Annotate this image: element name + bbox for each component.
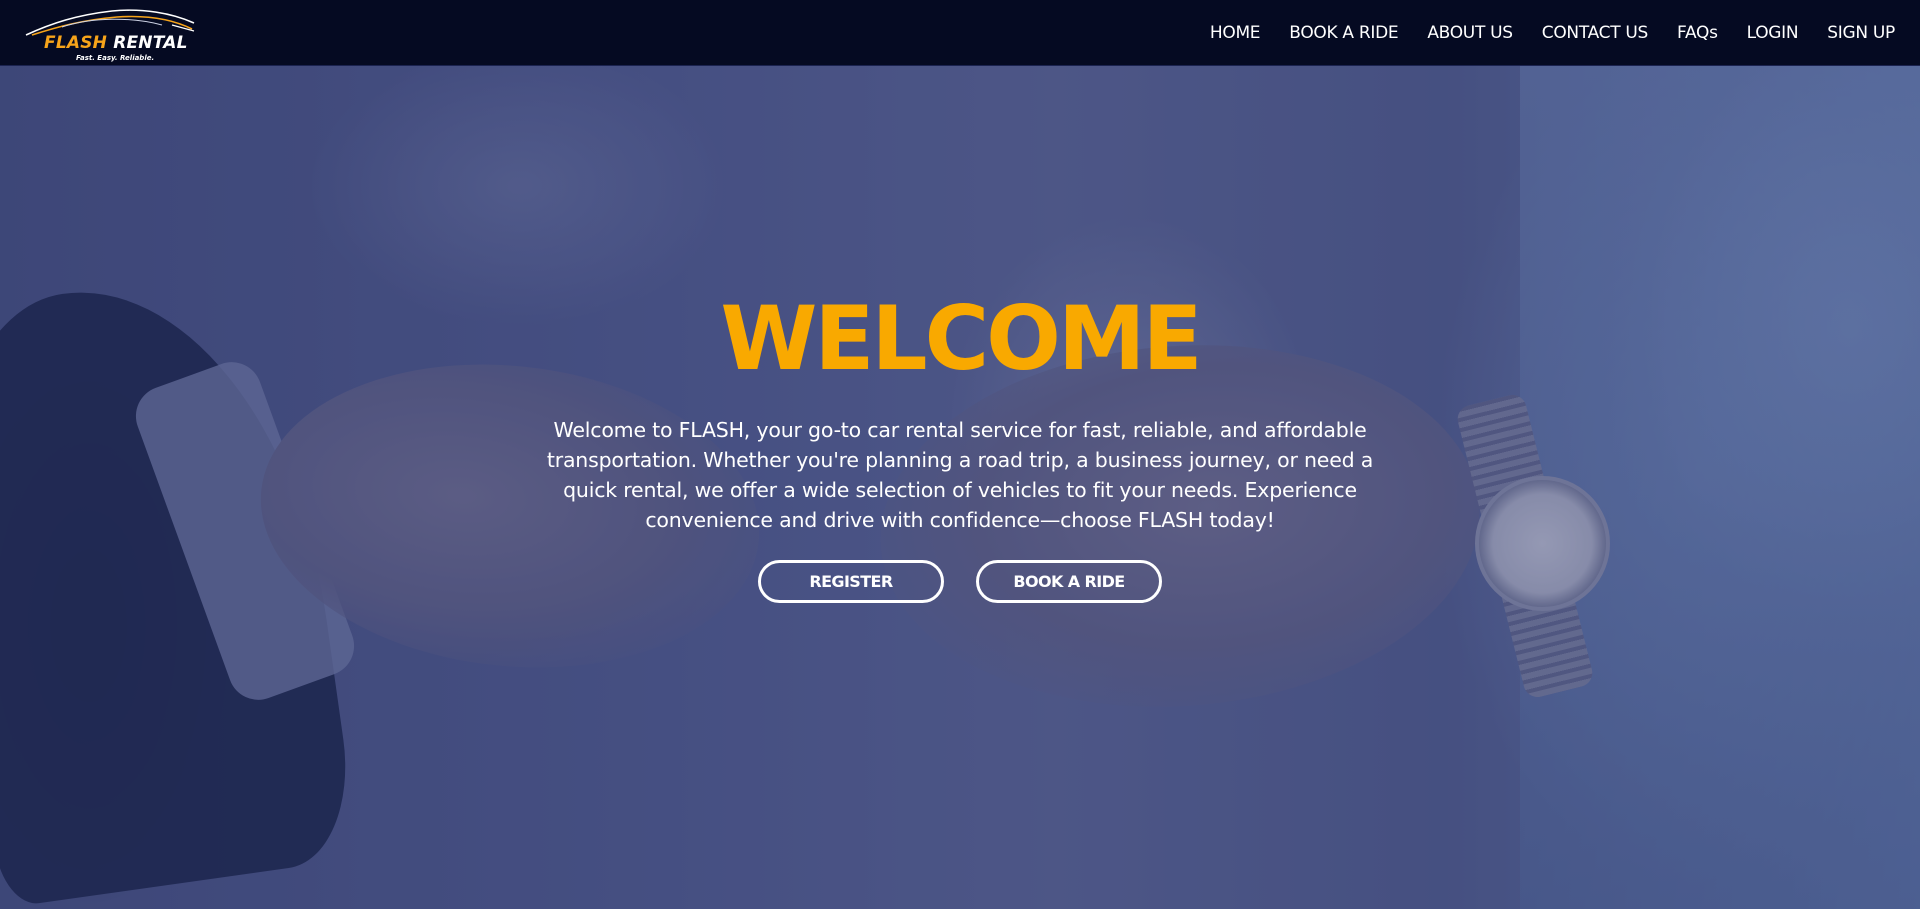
nav-login[interactable]: LOGIN bbox=[1747, 23, 1799, 43]
brand-name-part1: FLASH bbox=[44, 32, 114, 53]
brand-logo[interactable]: FLASH RENTAL Fast. Easy. Reliable. bbox=[22, 3, 197, 63]
brand-tagline: Fast. Easy. Reliable. bbox=[76, 53, 155, 62]
hero-buttons: REGISTER BOOK A RIDE bbox=[0, 560, 1920, 603]
nav-home[interactable]: HOME bbox=[1210, 23, 1261, 43]
brand-name-part2: RENTAL bbox=[113, 32, 188, 53]
brand-name: FLASH RENTAL bbox=[44, 33, 188, 53]
nav-faqs[interactable]: FAQs bbox=[1677, 23, 1718, 43]
book-a-ride-button[interactable]: BOOK A RIDE bbox=[976, 560, 1162, 603]
hero-section: WELCOME Welcome to FLASH, your go-to car… bbox=[0, 66, 1920, 909]
nav-contact-us[interactable]: CONTACT US bbox=[1542, 23, 1649, 43]
top-navbar: FLASH RENTAL Fast. Easy. Reliable. HOME … bbox=[0, 0, 1920, 66]
nav-sign-up[interactable]: SIGN UP bbox=[1827, 23, 1895, 43]
hero-content: WELCOME Welcome to FLASH, your go-to car… bbox=[0, 66, 1920, 909]
nav-about-us[interactable]: ABOUT US bbox=[1427, 23, 1513, 43]
hero-title: WELCOME bbox=[720, 287, 1202, 390]
nav-book-a-ride[interactable]: BOOK A RIDE bbox=[1289, 23, 1398, 43]
main-nav: HOME BOOK A RIDE ABOUT US CONTACT US FAQ… bbox=[1181, 23, 1895, 43]
hero-description: Welcome to FLASH, your go-to car rental … bbox=[546, 418, 1374, 532]
register-button[interactable]: REGISTER bbox=[758, 560, 944, 603]
